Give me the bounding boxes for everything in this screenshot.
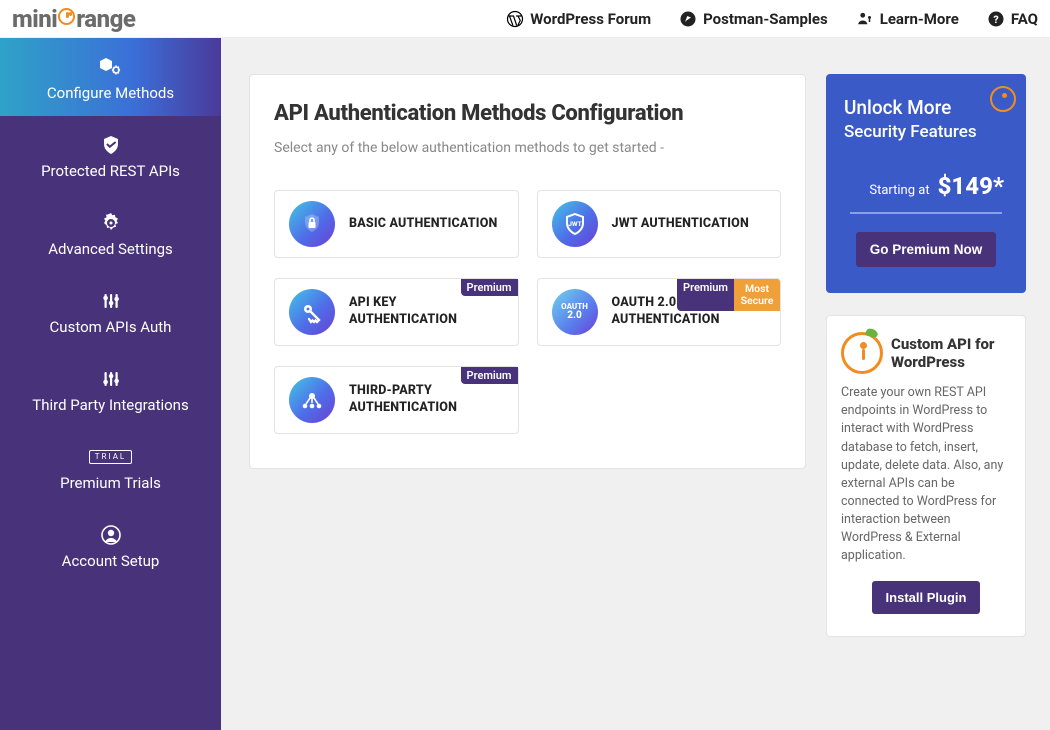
sidebar: Configure Methods Protected REST APIs Ad… [0,38,221,730]
sidebar-item-label: Custom APIs Auth [50,318,172,336]
nav-learn-more[interactable]: Learn-More [856,10,959,28]
oauth-text-small: 2.0 [567,311,582,321]
promo-divider [850,212,1002,214]
cube-gear-icon [98,56,124,78]
key-icon [289,289,335,335]
card-label: BASIC AUTHENTICATION [349,216,498,233]
card-jwt-auth[interactable]: JWT JWT AUTHENTICATION [537,190,782,258]
right-column: Unlock More Security Features Starting a… [826,74,1026,637]
logo-icon [58,8,75,25]
promo-starting-at: Starting at [869,183,929,198]
nav-label: FAQ [1011,10,1038,28]
brand-logo[interactable]: mini range [12,5,135,33]
promo2-body: Create your own REST API endpoints in Wo… [841,384,1011,565]
custom-api-promo-card: Custom API for WordPress Create your own… [826,315,1026,637]
sidebar-item-custom-apis[interactable]: Custom APIs Auth [0,272,221,350]
premium-promo-card: Unlock More Security Features Starting a… [826,74,1026,293]
card-basic-auth[interactable]: BASIC AUTHENTICATION [274,190,519,258]
gear-icon [101,212,121,234]
sidebar-item-label: Advanced Settings [48,240,173,258]
brand-ring-icon [990,86,1016,112]
auth-methods-panel: API Authentication Methods Configuration… [249,74,806,469]
premium-badge: Premium [461,279,518,296]
lock-shield-icon [289,201,335,247]
top-header: mini range WordPress Forum Postman-Sampl… [0,0,1050,38]
nav-postman-samples[interactable]: Postman-Samples [679,10,828,28]
card-label: THIRD-PARTY AUTHENTICATION [349,383,508,417]
svg-text:?: ? [993,12,998,25]
nav-label: Postman-Samples [703,10,828,28]
sidebar-item-protected-apis[interactable]: Protected REST APIs [0,116,221,194]
sidebar-item-label: Protected REST APIs [41,162,180,180]
nav-label: Learn-More [880,10,959,28]
user-circle-icon [101,524,121,546]
install-plugin-button[interactable]: Install Plugin [872,581,981,614]
svg-text:JWT: JWT [568,220,581,228]
premium-badge: Premium [677,279,734,311]
postman-icon [679,10,697,28]
promo-line1: Unlock More [844,96,1008,121]
sidebar-item-label: Account Setup [62,552,160,570]
sidebar-item-third-party[interactable]: Third Party Integrations [0,350,221,428]
sidebar-item-advanced-settings[interactable]: Advanced Settings [0,194,221,272]
promo-price: $149* [938,172,1004,200]
trial-badge-icon: TRIAL [89,446,132,468]
go-premium-button[interactable]: Go Premium Now [856,232,997,267]
shield-check-icon [101,134,121,156]
network-nodes-icon [289,377,335,423]
sidebar-item-label: Third Party Integrations [32,396,188,414]
logo-text-right: range [76,5,135,33]
promo2-title: Custom API for WordPress [891,335,1011,371]
sidebar-item-label: Configure Methods [47,84,174,102]
nav-label: WordPress Forum [530,10,651,28]
top-nav: WordPress Forum Postman-Samples Learn-Mo… [506,10,1038,28]
nav-faq[interactable]: ? FAQ [987,10,1038,28]
card-apikey-auth[interactable]: Premium API KEY AUTHENTICATION [274,278,519,346]
trial-badge-text: TRIAL [89,450,132,464]
oauth-icon: OAUTH 2.0 [552,289,598,335]
most-secure-badge: Most Secure [734,279,780,311]
card-thirdparty-auth[interactable]: Premium THIRD-PARTY AUTHENTICATION [274,366,519,434]
card-label: API KEY AUTHENTICATION [349,295,508,329]
auth-card-grid: BASIC AUTHENTICATION JWT JWT AUTHENTICAT… [274,190,781,434]
nav-wordpress-forum[interactable]: WordPress Forum [506,10,651,28]
faq-icon: ? [987,10,1005,28]
learn-icon [856,10,874,28]
jwt-shield-icon: JWT [552,201,598,247]
logo-text-left: mini [12,5,57,33]
sliders-icon [101,368,121,390]
panel-subtitle: Select any of the below authentication m… [274,140,781,156]
panel-title: API Authentication Methods Configuration [274,101,781,126]
card-oauth-auth[interactable]: Premium Most Secure OAUTH 2.0 OAUTH 2.0 … [537,278,782,346]
main-content: API Authentication Methods Configuration… [221,38,1050,730]
premium-badge: Premium [461,367,518,384]
sidebar-item-premium-trials[interactable]: TRIAL Premium Trials [0,428,221,506]
card-label: JWT AUTHENTICATION [612,216,749,233]
promo-line2: Security Features [844,123,1008,143]
sidebar-item-account-setup[interactable]: Account Setup [0,506,221,584]
sliders-icon [101,290,121,312]
wordpress-icon [506,10,524,28]
brand-ring-leaf-icon [841,332,883,374]
sidebar-item-label: Premium Trials [60,474,161,492]
sidebar-item-configure-methods[interactable]: Configure Methods [0,38,221,116]
